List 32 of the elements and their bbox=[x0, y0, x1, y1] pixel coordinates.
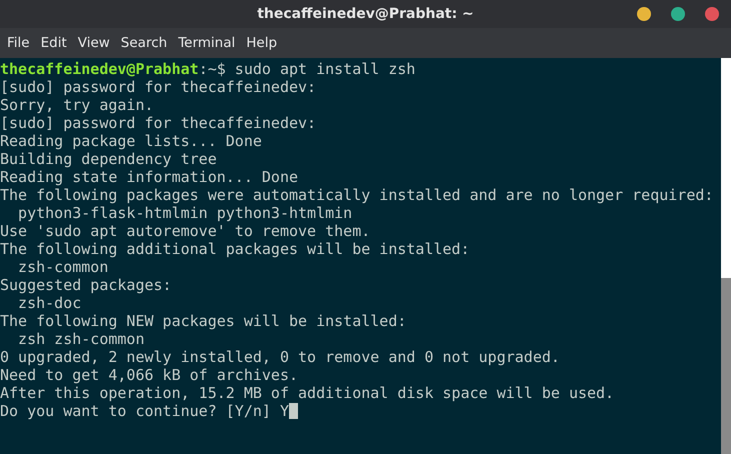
output-line: 0 upgraded, 2 newly installed, 0 to remove and 0 not upgraded. bbox=[0, 348, 561, 366]
output-line: python3-flask-htmlmin python3-htmlmin bbox=[17, 204, 354, 222]
output-line: Reading state information... Done bbox=[0, 168, 300, 186]
scrollbar[interactable] bbox=[721, 58, 731, 454]
output-line: The following additional packages will be installed: bbox=[0, 240, 471, 258]
output-line: Use 'sudo apt autoremove' to remove them. bbox=[0, 222, 372, 240]
output-line: Reading package lists... Done bbox=[0, 132, 263, 150]
menu-item[interactable]: Search bbox=[120, 35, 176, 51]
output-line: zsh-doc bbox=[17, 294, 82, 312]
output-line: The following NEW packages will be installed: bbox=[0, 312, 408, 330]
menu-item[interactable]: View bbox=[76, 35, 118, 51]
output-line: Need to get 4,066 kB of archives. bbox=[0, 366, 300, 384]
output-line: Sorry, try again. bbox=[0, 96, 155, 114]
output-line: Suggested packages: bbox=[0, 276, 173, 294]
output-line: The following packages were automatically installed and are no longer required: bbox=[0, 186, 714, 204]
command-line: thecaffeinedev@Prabhat:~$ sudo apt install zsh bbox=[0, 60, 416, 78]
menu-item[interactable]: Terminal bbox=[177, 35, 244, 51]
input-line: Do you want to continue? [Y/n] Y bbox=[0, 402, 721, 420]
close-button[interactable] bbox=[705, 7, 719, 21]
output-line: [sudo] password for thecaffeinedev: bbox=[0, 78, 318, 96]
window-title: thecaffeinedev@Prabhat: ~ bbox=[257, 6, 474, 22]
minimize-button[interactable] bbox=[637, 7, 651, 21]
output-line: After this operation, 15.2 MB of additional disk space will be used. bbox=[0, 384, 616, 402]
output-line: Building dependency tree bbox=[0, 150, 218, 168]
scroll-thumb[interactable] bbox=[721, 278, 731, 454]
output-line: zsh-common bbox=[17, 258, 110, 276]
output-line: zsh zsh-common bbox=[17, 330, 146, 348]
output-line: [sudo] password for thecaffeinedev: bbox=[0, 114, 318, 132]
menu-item[interactable]: Help bbox=[245, 35, 286, 51]
menu-item[interactable]: File bbox=[6, 35, 38, 51]
menu-item[interactable]: Edit bbox=[40, 35, 75, 51]
maximize-button[interactable] bbox=[671, 7, 685, 21]
